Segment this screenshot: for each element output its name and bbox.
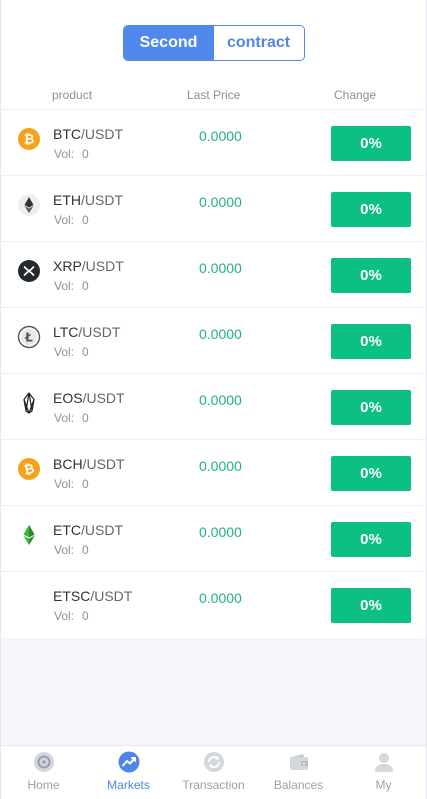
change-badge: 0% [331,324,411,359]
change-badge: 0% [331,522,411,557]
market-row-btc[interactable]: ₿ BTC/USDT Vol: 0 0.0000 0% [1,110,426,176]
tab-contract[interactable]: contract [213,26,304,60]
volume: Vol: 0 [54,477,89,491]
change-badge: 0% [331,258,411,293]
last-price: 0.0000 [199,194,242,210]
market-row-etc[interactable]: ETC/USDT Vol: 0 0.0000 0% [1,506,426,572]
user-icon [374,753,393,772]
ethereum-icon [17,193,41,217]
pair-name: BCH/USDT [53,456,125,472]
mode-switch: Second contract [122,25,305,61]
markets-icon [118,751,139,773]
volume: Vol: 0 [54,213,89,227]
market-row-eos[interactable]: EOS/USDT Vol: 0 0.0000 0% [1,374,426,440]
tab-my-label: My [375,778,392,792]
market-row-ltc[interactable]: Ł LTC/USDT Vol: 0 0.0000 0% [1,308,426,374]
tab-my[interactable]: My [341,746,426,799]
market-row-xrp[interactable]: XRP/USDT Vol: 0 0.0000 0% [1,242,426,308]
home-icon [33,752,54,772]
eos-icon [17,391,41,415]
svg-text:₿: ₿ [24,133,35,148]
pair-name: BTC/USDT [53,126,123,142]
pair-name: LTC/USDT [53,324,121,340]
change-badge: 0% [331,192,411,227]
volume: Vol: 0 [54,345,89,359]
market-row-etsc[interactable]: ETSC/USDT Vol: 0 0.0000 0% [1,572,426,638]
market-row-eth[interactable]: ETH/USDT Vol: 0 0.0000 0% [1,176,426,242]
bitcoin-icon: ₿ [17,127,41,151]
xrp-icon [17,259,41,283]
tab-transaction[interactable]: Transaction [171,746,256,799]
pair-name: ETH/USDT [53,192,123,208]
last-price: 0.0000 [199,524,242,540]
pair-name: ETC/USDT [53,522,123,538]
market-row-bch[interactable]: ₿ BCH/USDT Vol: 0 0.0000 0% [1,440,426,506]
market-list: ₿ BTC/USDT Vol: 0 0.0000 0% ETH/USDT Vol:… [1,110,426,638]
bitcoin-cash-icon: ₿ [17,457,41,481]
last-price: 0.0000 [199,260,242,276]
tab-transaction-label: Transaction [182,778,245,792]
pair-name: ETSC/USDT [53,588,133,604]
last-price: 0.0000 [199,326,242,342]
change-badge: 0% [331,390,411,425]
tab-home-label: Home [27,778,60,792]
tab-balances-label: Balances [273,778,324,792]
pair-name: EOS/USDT [53,390,125,406]
last-price: 0.0000 [199,128,242,144]
wallet-icon [289,754,308,770]
tab-home[interactable]: Home [1,746,86,799]
tab-balances[interactable]: Balances [256,746,341,799]
top-bar: Second contract [1,0,426,80]
ethereum-classic-icon [17,523,41,547]
header-product: product [52,88,93,102]
last-price: 0.0000 [199,590,242,606]
tab-markets-label: Markets [107,778,150,792]
volume: Vol: 0 [54,279,89,293]
header-change: Change [334,88,377,102]
tab-markets[interactable]: Markets [86,746,171,799]
volume: Vol: 0 [54,543,89,557]
tab-second[interactable]: Second [123,26,214,60]
market-table-header: product Last Price Change [1,80,426,110]
change-badge: 0% [331,126,411,161]
header-last-price: Last Price [187,88,241,102]
last-price: 0.0000 [199,458,242,474]
volume: Vol: 0 [54,411,89,425]
litecoin-icon: Ł [17,325,41,349]
svg-text:Ł: Ł [24,331,33,345]
bottom-tab-bar: Home Markets Transaction Balances My [1,745,426,799]
volume: Vol: 0 [54,147,89,161]
volume: Vol: 0 [54,609,89,623]
transaction-icon [203,752,224,772]
pair-name: XRP/USDT [53,258,124,274]
change-badge: 0% [331,588,411,623]
last-price: 0.0000 [199,392,242,408]
change-badge: 0% [331,456,411,491]
